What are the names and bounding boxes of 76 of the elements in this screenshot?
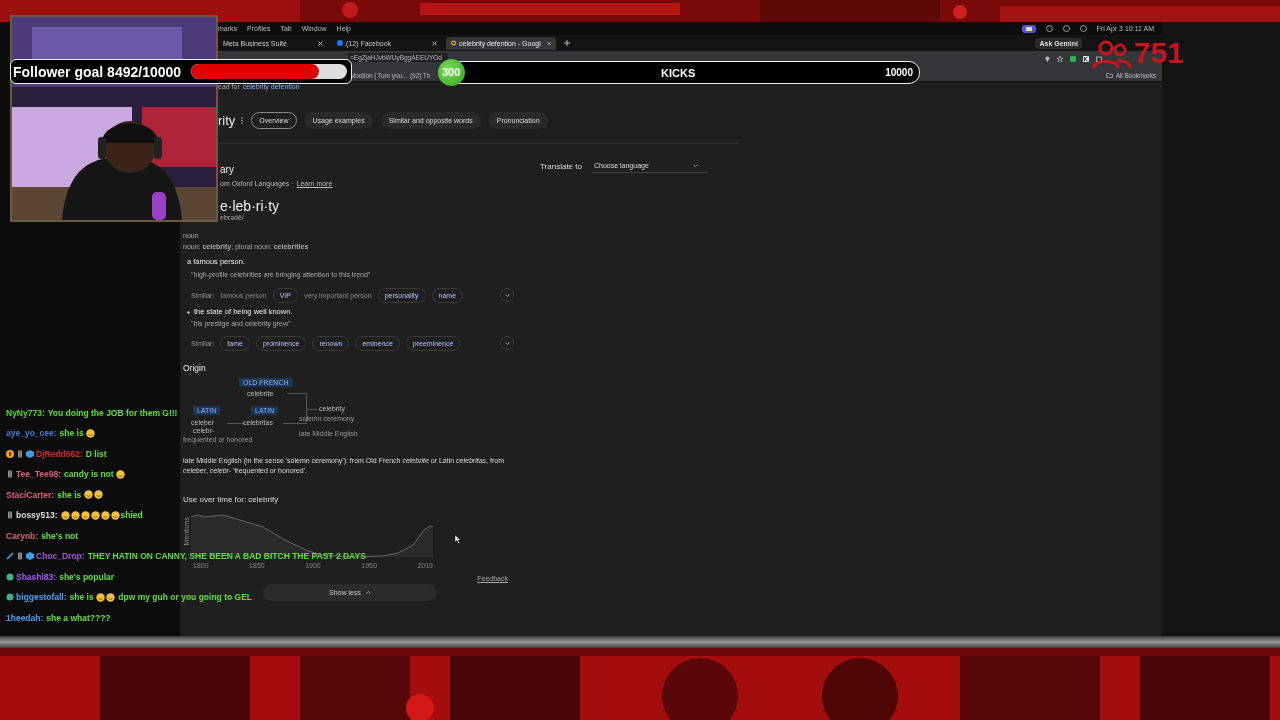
chat-text: THEY HATIN ON CANNY, SHE BEEN A BAD BITCH THE PAST 2 DAYS xyxy=(87,551,366,561)
screen-icon[interactable] xyxy=(1021,24,1036,33)
chat-text: she's not xyxy=(41,530,79,541)
usage-title: Use over time for: celebrity xyxy=(183,494,280,506)
emoji-icon xyxy=(96,592,105,602)
chat-text: candy is not xyxy=(64,469,115,479)
expand-button[interactable] xyxy=(500,288,514,302)
chat-username: DjRedd662: xyxy=(36,448,83,459)
folder-icon[interactable] xyxy=(1105,72,1113,78)
emoji-icon xyxy=(106,592,115,602)
translate-label: Translate to xyxy=(540,161,582,171)
close-icon[interactable] xyxy=(318,40,323,46)
chat-username: bossy513: xyxy=(16,510,58,520)
kicks-label: KICKS xyxy=(661,66,696,79)
plus-icon[interactable] xyxy=(564,40,570,46)
emoji-icon xyxy=(83,490,93,499)
viewer-count: 751 xyxy=(1134,40,1185,66)
emoji-icon xyxy=(86,428,96,438)
more-icon[interactable] xyxy=(241,116,244,124)
kicks-target: 10000 xyxy=(885,67,913,78)
cube-icon xyxy=(26,449,34,458)
star-icon[interactable] xyxy=(1057,56,1063,62)
bars-icon xyxy=(16,552,24,560)
chat-text: she is xyxy=(59,428,85,438)
close-icon[interactable] xyxy=(432,40,437,46)
cursor-icon xyxy=(454,534,461,544)
chat-text: You doing the JOB for them G!!! xyxy=(47,407,178,418)
emoji-icon xyxy=(60,510,70,520)
emoji-icon xyxy=(100,510,110,520)
facebook-icon xyxy=(337,40,343,46)
bars-icon xyxy=(6,470,14,478)
emoji-icon xyxy=(70,510,80,520)
chat-username: 1heedah: xyxy=(6,612,44,623)
coin-icon xyxy=(6,449,14,458)
bars-icon xyxy=(16,449,24,458)
emoji-icon xyxy=(90,510,100,520)
goal-label: Follower goal 8492/10000 xyxy=(13,63,182,80)
chat-text: she a what???? xyxy=(46,612,111,623)
bullet-icon xyxy=(187,310,190,314)
caret-icon xyxy=(692,164,698,167)
chat-text: shied xyxy=(120,510,143,520)
connector-line xyxy=(227,423,245,424)
chat-username: NyNy773: xyxy=(6,407,45,418)
chevron-icon xyxy=(504,293,510,297)
people-icon xyxy=(1092,40,1132,70)
orb-icon xyxy=(6,593,14,601)
emoji-icon xyxy=(93,490,103,499)
emoji-icon xyxy=(80,510,90,520)
chat-text: D list xyxy=(85,448,107,459)
headword: e·leb·ri·ty xyxy=(219,198,281,214)
chat-username: Choc_Drop: xyxy=(36,551,85,561)
orb-icon xyxy=(6,572,14,581)
chat-text: she is xyxy=(57,489,83,500)
extension-icon[interactable] xyxy=(1083,56,1089,62)
chevron-icon xyxy=(504,341,510,345)
chat-username: aye_yo_cee: xyxy=(6,428,57,438)
expand-button[interactable] xyxy=(500,336,514,350)
chat-username: Tee_Tee98: xyxy=(16,469,62,479)
chat-text: she is xyxy=(69,592,95,602)
dictionary-heading: ary xyxy=(219,163,235,177)
chat-username: biggestofall: xyxy=(16,592,67,602)
chat-text: she's popular xyxy=(59,571,115,582)
emoji-icon xyxy=(110,510,120,520)
chat-username: Carynb: xyxy=(6,530,39,541)
bars-icon xyxy=(6,511,14,519)
caret-icon xyxy=(365,591,371,594)
chat-username: Shashi83: xyxy=(16,571,57,582)
google-icon xyxy=(451,40,457,46)
cube-icon xyxy=(26,552,34,560)
result-title: rity xyxy=(218,112,236,128)
emoji-icon xyxy=(116,469,125,479)
chat-username: StaciCarter: xyxy=(6,489,55,500)
sword-icon xyxy=(6,552,14,560)
pin-icon[interactable] xyxy=(1045,56,1050,62)
origin-heading: Origin xyxy=(183,362,207,374)
chat-text: dpw my guh or you going to GEL xyxy=(117,592,252,602)
